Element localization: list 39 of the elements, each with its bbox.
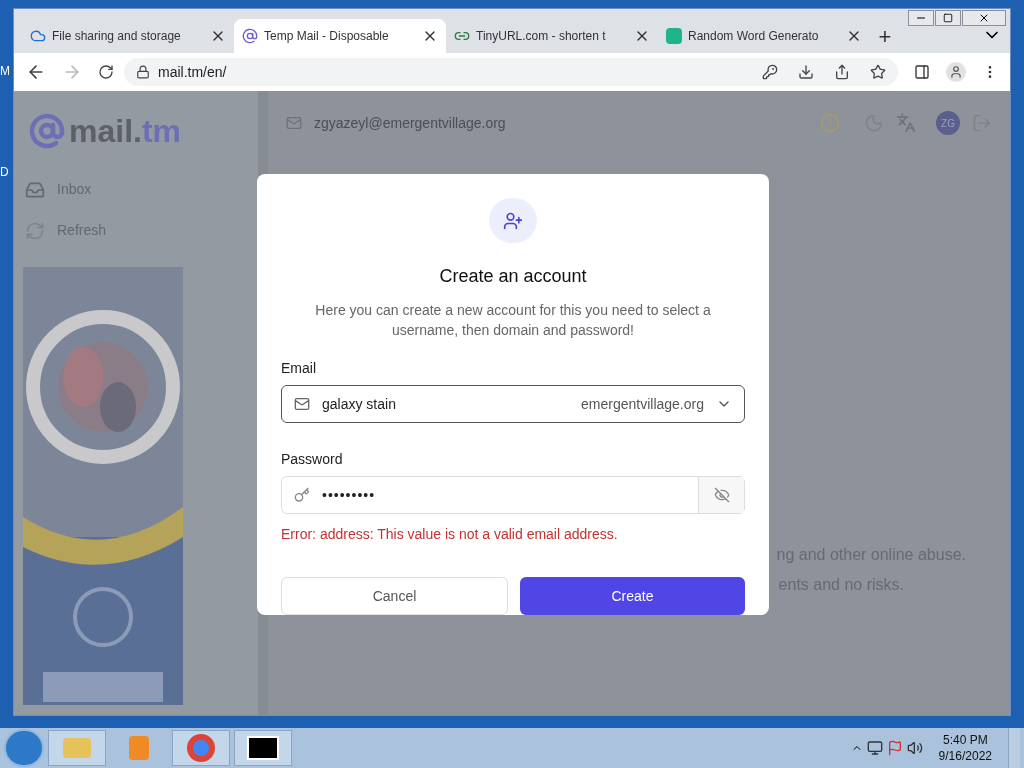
mail-icon — [294, 396, 310, 412]
minimize-button[interactable] — [908, 10, 934, 26]
refresh-icon — [25, 220, 45, 241]
clock[interactable]: 5:40 PM 9/16/2022 — [926, 732, 1004, 764]
key-icon[interactable] — [762, 64, 778, 80]
maximize-icon — [943, 13, 953, 23]
browser-tab[interactable]: TinyURL.com - shorten t — [446, 19, 658, 53]
network-icon[interactable] — [866, 740, 883, 756]
field-label: Email — [281, 359, 317, 378]
cloud-icon — [30, 28, 46, 44]
create-button[interactable]: Create — [520, 577, 745, 615]
cancel-button[interactable]: Cancel — [281, 577, 508, 615]
reload-icon[interactable] — [98, 64, 114, 80]
browser-tab[interactable]: File sharing and storage — [22, 19, 234, 53]
browser-tab[interactable]: Temp Mail - Disposable — [234, 19, 446, 53]
add-user-icon — [503, 210, 523, 231]
lock-icon[interactable] — [136, 65, 150, 79]
at-icon — [242, 28, 258, 44]
start-button[interactable] — [4, 729, 44, 767]
share-icon[interactable] — [834, 64, 850, 80]
error-message: Error: address: This value is not a valid email address. — [281, 525, 619, 544]
browser-tab[interactable]: Random Word Generato — [658, 19, 870, 53]
desktop-label: D — [0, 164, 9, 181]
side-panel-icon[interactable] — [914, 64, 930, 80]
maximize-button[interactable] — [935, 10, 961, 26]
field-label: Password — [281, 450, 344, 469]
email-address: zgyazeyl@emergentvillage.org — [314, 113, 506, 133]
desktop-label: M — [0, 63, 10, 80]
profile-icon[interactable] — [946, 62, 966, 82]
address-bar[interactable]: mail.tm/en/ — [124, 58, 898, 86]
dialog-description: Here you can create a new account for this you need to select a username, then domain and password! — [314, 301, 712, 340]
volume-icon[interactable] — [906, 740, 923, 756]
new-tab-button[interactable]: + — [870, 19, 900, 53]
email-field[interactable]: galaxy stain emergentvillage.org — [281, 385, 745, 423]
close-icon — [978, 12, 990, 24]
dialog-title: Create an account — [439, 265, 587, 288]
mail-icon — [286, 115, 302, 131]
install-icon[interactable] — [798, 64, 814, 80]
bookmark-icon[interactable] — [870, 64, 886, 80]
